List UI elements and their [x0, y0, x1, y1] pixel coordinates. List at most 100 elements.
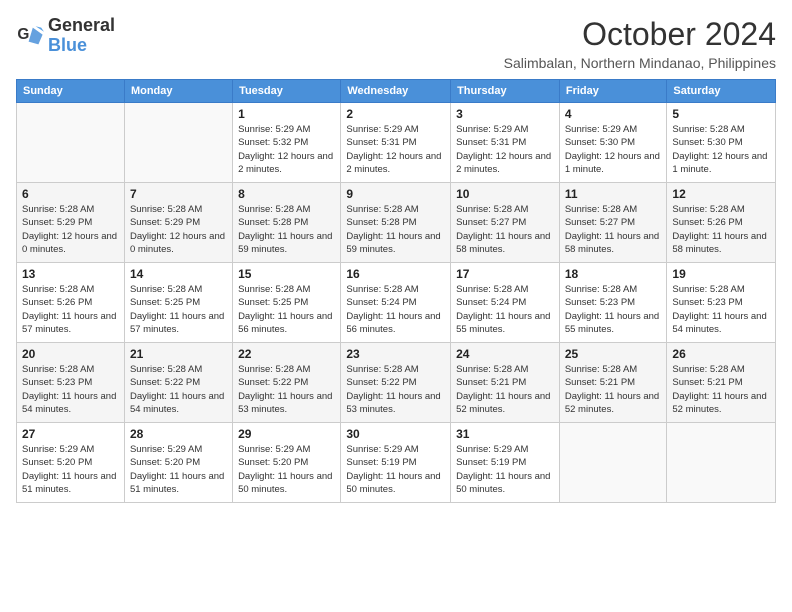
day-number: 4 — [565, 107, 662, 121]
day-info: Sunrise: 5:28 AMSunset: 5:24 PMDaylight:… — [346, 283, 445, 336]
day-info: Sunrise: 5:28 AMSunset: 5:30 PMDaylight:… — [672, 123, 770, 176]
calendar-cell: 16 Sunrise: 5:28 AMSunset: 5:24 PMDayligh… — [341, 263, 451, 343]
day-number: 16 — [346, 267, 445, 281]
calendar-cell: 20 Sunrise: 5:28 AMSunset: 5:23 PMDayligh… — [17, 343, 125, 423]
title-block: October 2024 Salimbalan, Northern Mindan… — [504, 16, 776, 71]
calendar-cell: 28 Sunrise: 5:29 AMSunset: 5:20 PMDayligh… — [124, 423, 232, 503]
calendar-cell: 12Sunrise: 5:28 AMSunset: 5:26 PMDayligh… — [667, 183, 776, 263]
day-info: Sunrise: 5:29 AMSunset: 5:20 PMDaylight:… — [130, 443, 227, 496]
calendar-cell: 26 Sunrise: 5:28 AMSunset: 5:21 PMDayligh… — [667, 343, 776, 423]
week-row-1: 1 Sunrise: 5:29 AMSunset: 5:32 PMDaylight… — [17, 103, 776, 183]
location-subtitle: Salimbalan, Northern Mindanao, Philippin… — [504, 55, 776, 71]
weekday-header-friday: Friday — [559, 80, 667, 103]
calendar-cell: 25 Sunrise: 5:28 AMSunset: 5:21 PMDayligh… — [559, 343, 667, 423]
calendar-cell: 6Sunrise: 5:28 AMSunset: 5:29 PMDaylight… — [17, 183, 125, 263]
day-number: 30 — [346, 427, 445, 441]
day-info: Sunrise: 5:28 AMSunset: 5:28 PMDaylight:… — [238, 203, 335, 256]
day-info: Sunrise: 5:28 AMSunset: 5:23 PMDaylight:… — [22, 363, 119, 416]
day-info: Sunrise: 5:28 AMSunset: 5:21 PMDaylight:… — [672, 363, 770, 416]
weekday-header-wednesday: Wednesday — [341, 80, 451, 103]
calendar-cell: 29Sunrise: 5:29 AMSunset: 5:20 PMDayligh… — [233, 423, 341, 503]
day-info: Sunrise: 5:28 AMSunset: 5:21 PMDaylight:… — [565, 363, 662, 416]
day-number: 26 — [672, 347, 770, 361]
logo: G General Blue — [16, 16, 115, 56]
day-info: Sunrise: 5:28 AMSunset: 5:25 PMDaylight:… — [238, 283, 335, 336]
calendar-cell: 1 Sunrise: 5:29 AMSunset: 5:32 PMDaylight… — [233, 103, 341, 183]
day-info: Sunrise: 5:29 AMSunset: 5:20 PMDaylight:… — [22, 443, 119, 496]
day-number: 28 — [130, 427, 227, 441]
calendar-cell: 4 Sunrise: 5:29 AMSunset: 5:30 PMDaylight… — [559, 103, 667, 183]
day-number: 18 — [565, 267, 662, 281]
logo-name: General Blue — [48, 16, 115, 56]
day-info: Sunrise: 5:28 AMSunset: 5:22 PMDaylight:… — [130, 363, 227, 416]
day-info: Sunrise: 5:28 AMSunset: 5:26 PMDaylight:… — [672, 203, 770, 256]
svg-text:G: G — [17, 26, 29, 43]
weekday-header-thursday: Thursday — [451, 80, 560, 103]
day-number: 11 — [565, 187, 662, 201]
weekday-header-sunday: Sunday — [17, 80, 125, 103]
day-number: 24 — [456, 347, 554, 361]
calendar-cell: 30Sunrise: 5:29 AMSunset: 5:19 PMDayligh… — [341, 423, 451, 503]
day-number: 1 — [238, 107, 335, 121]
calendar-cell: 5 Sunrise: 5:28 AMSunset: 5:30 PMDaylight… — [667, 103, 776, 183]
calendar-cell: 14Sunrise: 5:28 AMSunset: 5:25 PMDayligh… — [124, 263, 232, 343]
calendar-cell — [124, 103, 232, 183]
day-number: 13 — [22, 267, 119, 281]
day-info: Sunrise: 5:28 AMSunset: 5:28 PMDaylight:… — [346, 203, 445, 256]
day-info: Sunrise: 5:28 AMSunset: 5:23 PMDaylight:… — [565, 283, 662, 336]
calendar-cell: 10Sunrise: 5:28 AMSunset: 5:27 PMDayligh… — [451, 183, 560, 263]
calendar-cell: 27 Sunrise: 5:29 AMSunset: 5:20 PMDayligh… — [17, 423, 125, 503]
day-number: 6 — [22, 187, 119, 201]
day-info: Sunrise: 5:28 AMSunset: 5:29 PMDaylight:… — [130, 203, 227, 256]
day-info: Sunrise: 5:29 AMSunset: 5:32 PMDaylight:… — [238, 123, 335, 176]
day-info: Sunrise: 5:28 AMSunset: 5:26 PMDaylight:… — [22, 283, 119, 336]
calendar-cell — [559, 423, 667, 503]
week-row-4: 20 Sunrise: 5:28 AMSunset: 5:23 PMDayligh… — [17, 343, 776, 423]
day-number: 10 — [456, 187, 554, 201]
week-row-3: 13 Sunrise: 5:28 AMSunset: 5:26 PMDayligh… — [17, 263, 776, 343]
calendar-cell: 22 Sunrise: 5:28 AMSunset: 5:22 PMDayligh… — [233, 343, 341, 423]
calendar-cell: 2 Sunrise: 5:29 AMSunset: 5:31 PMDaylight… — [341, 103, 451, 183]
calendar-cell: 3Sunrise: 5:29 AMSunset: 5:31 PMDaylight… — [451, 103, 560, 183]
day-info: Sunrise: 5:29 AMSunset: 5:31 PMDaylight:… — [346, 123, 445, 176]
weekday-header-row: SundayMondayTuesdayWednesdayThursdayFrid… — [17, 80, 776, 103]
day-number: 15 — [238, 267, 335, 281]
page-header: G General Blue October 2024 Salimbalan, … — [16, 16, 776, 71]
calendar-cell: 7 Sunrise: 5:28 AMSunset: 5:29 PMDaylight… — [124, 183, 232, 263]
calendar-cell: 17 Sunrise: 5:28 AMSunset: 5:24 PMDayligh… — [451, 263, 560, 343]
day-number: 20 — [22, 347, 119, 361]
day-info: Sunrise: 5:29 AMSunset: 5:31 PMDaylight:… — [456, 123, 554, 176]
calendar-cell: 31Sunrise: 5:29 AMSunset: 5:19 PMDayligh… — [451, 423, 560, 503]
day-info: Sunrise: 5:29 AMSunset: 5:20 PMDaylight:… — [238, 443, 335, 496]
calendar-cell: 23 Sunrise: 5:28 AMSunset: 5:22 PMDayligh… — [341, 343, 451, 423]
day-info: Sunrise: 5:29 AMSunset: 5:30 PMDaylight:… — [565, 123, 662, 176]
day-info: Sunrise: 5:28 AMSunset: 5:23 PMDaylight:… — [672, 283, 770, 336]
day-number: 8 — [238, 187, 335, 201]
day-number: 22 — [238, 347, 335, 361]
calendar-cell — [17, 103, 125, 183]
day-number: 14 — [130, 267, 227, 281]
calendar-cell: 8 Sunrise: 5:28 AMSunset: 5:28 PMDaylight… — [233, 183, 341, 263]
day-info: Sunrise: 5:28 AMSunset: 5:24 PMDaylight:… — [456, 283, 554, 336]
day-number: 2 — [346, 107, 445, 121]
day-number: 23 — [346, 347, 445, 361]
weekday-header-saturday: Saturday — [667, 80, 776, 103]
calendar-cell: 9 Sunrise: 5:28 AMSunset: 5:28 PMDaylight… — [341, 183, 451, 263]
week-row-5: 27 Sunrise: 5:29 AMSunset: 5:20 PMDayligh… — [17, 423, 776, 503]
day-number: 5 — [672, 107, 770, 121]
day-number: 17 — [456, 267, 554, 281]
day-number: 27 — [22, 427, 119, 441]
calendar-cell: 13 Sunrise: 5:28 AMSunset: 5:26 PMDayligh… — [17, 263, 125, 343]
day-info: Sunrise: 5:28 AMSunset: 5:22 PMDaylight:… — [346, 363, 445, 416]
calendar-cell — [667, 423, 776, 503]
week-row-2: 6 Sunrise: 5:28 AMSunset: 5:29 PMDaylight… — [17, 183, 776, 263]
calendar-cell: 21Sunrise: 5:28 AMSunset: 5:22 PMDayligh… — [124, 343, 232, 423]
day-number: 9 — [346, 187, 445, 201]
calendar-cell: 15 Sunrise: 5:28 AMSunset: 5:25 PMDayligh… — [233, 263, 341, 343]
day-info: Sunrise: 5:28 AMSunset: 5:22 PMDaylight:… — [238, 363, 335, 416]
day-number: 25 — [565, 347, 662, 361]
day-number: 7 — [130, 187, 227, 201]
day-info: Sunrise: 5:29 AMSunset: 5:19 PMDaylight:… — [456, 443, 554, 496]
calendar-cell: 19 Sunrise: 5:28 AMSunset: 5:23 PMDayligh… — [667, 263, 776, 343]
day-number: 19 — [672, 267, 770, 281]
